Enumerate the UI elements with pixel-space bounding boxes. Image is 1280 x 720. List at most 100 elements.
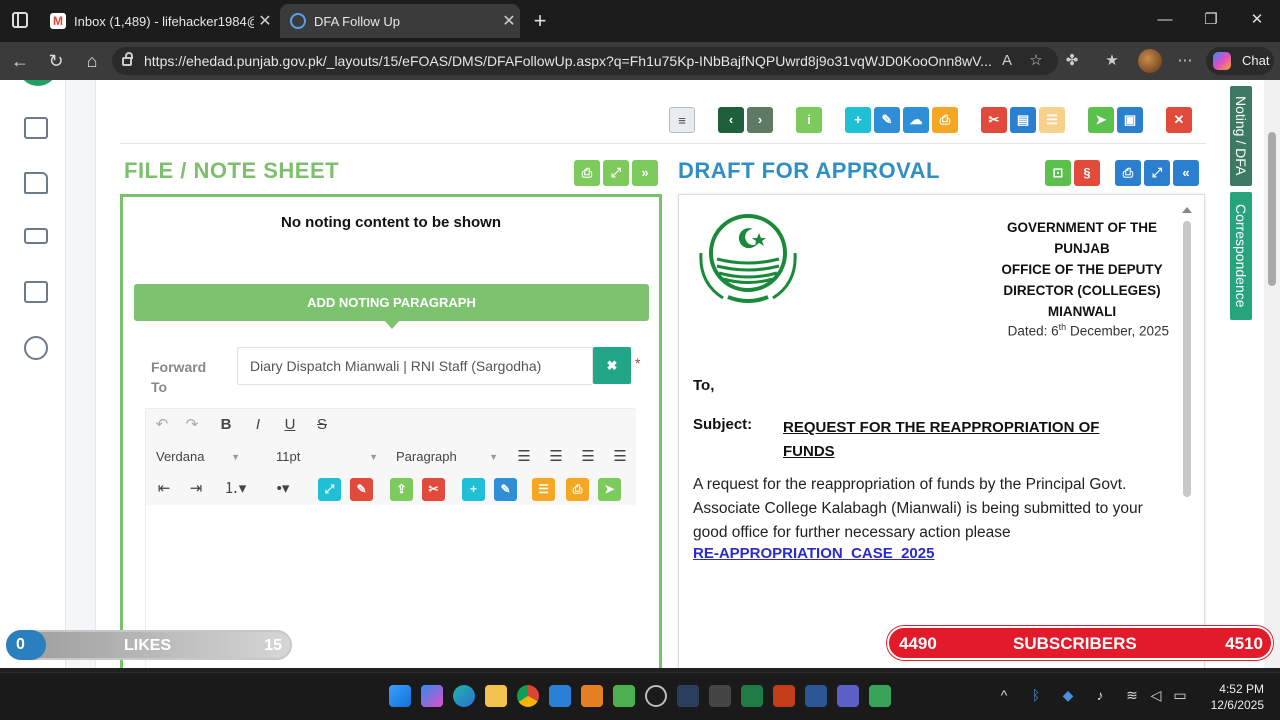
outdent-icon[interactable]: ⇤ xyxy=(154,477,174,501)
excel-icon[interactable] xyxy=(741,685,763,707)
upload-icon[interactable]: ⇪ xyxy=(390,478,413,501)
microphone-icon[interactable]: ♪ xyxy=(1090,687,1110,703)
tab-actions-icon[interactable] xyxy=(12,12,28,28)
scroll-up-icon[interactable] xyxy=(1182,207,1192,213)
format-painter-icon[interactable]: ✎ xyxy=(350,478,373,501)
read-aloud-icon[interactable]: A xyxy=(996,50,1018,72)
unlock-icon[interactable]: ⊡ xyxy=(1045,160,1071,186)
favorites-icon[interactable]: ★ xyxy=(1101,50,1123,72)
more-menu-icon[interactable]: ⋯ xyxy=(1174,50,1196,72)
clear-forward-button[interactable]: ✖ xyxy=(593,347,631,384)
redo-icon[interactable]: ↷ xyxy=(182,413,202,437)
draft-scrollbar[interactable] xyxy=(1183,221,1191,497)
edge-icon[interactable] xyxy=(453,685,475,707)
tab-noting-dfa[interactable]: Noting / DFA xyxy=(1230,86,1252,186)
case-document-link[interactable]: RE-APPROPRIATION_CASE_2025 xyxy=(693,545,934,562)
sublime-icon[interactable] xyxy=(581,685,603,707)
close-icon[interactable]: ✕ xyxy=(1166,107,1192,133)
print-icon[interactable]: ⎙ xyxy=(574,160,600,186)
tab-dfa-follow-up[interactable]: DFA Follow Up ✕ xyxy=(280,4,520,38)
scrollbar-thumb[interactable] xyxy=(1268,132,1276,286)
print-icon[interactable]: ⎙ xyxy=(1115,160,1141,186)
font-size-select[interactable]: 11pt ▼ xyxy=(276,445,378,469)
settings-icon[interactable] xyxy=(645,685,667,707)
url-input[interactable]: https://ehedad.punjab.gov.pk/_layouts/15… xyxy=(112,47,1058,75)
next-icon[interactable]: › xyxy=(747,107,773,133)
list-icon[interactable]: ☰ xyxy=(1039,107,1065,133)
vscode-icon[interactable] xyxy=(549,685,571,707)
fullscreen-icon[interactable]: ⤢ xyxy=(318,478,341,501)
add-icon[interactable]: + xyxy=(845,107,871,133)
new-tab-icon[interactable]: + xyxy=(528,8,552,34)
app-logo[interactable] xyxy=(18,80,58,86)
system-clock[interactable]: 4:52 PM 12/6/2025 xyxy=(1198,681,1264,713)
info-icon[interactable]: i xyxy=(796,107,822,133)
app-icon[interactable] xyxy=(869,685,891,707)
indent-icon[interactable]: ⇥ xyxy=(186,477,206,501)
document-search-icon[interactable] xyxy=(24,172,48,194)
collapse-right-icon[interactable]: » xyxy=(632,160,658,186)
align-left-icon[interactable]: ☰ xyxy=(514,445,534,469)
chrome-icon[interactable] xyxy=(517,685,539,707)
volume-icon[interactable]: ◁ xyxy=(1146,687,1166,704)
previous-icon[interactable]: ‹ xyxy=(718,107,744,133)
home-icon[interactable]: ⌂ xyxy=(80,50,104,72)
underline-icon[interactable]: U xyxy=(280,413,300,437)
close-tab-icon[interactable]: ✕ xyxy=(254,11,276,31)
bluetooth-icon[interactable]: ᛒ xyxy=(1026,687,1046,703)
battery-icon[interactable]: ▭ xyxy=(1170,687,1190,704)
forward-to-select[interactable]: Diary Dispatch Mianwali | RNI Staff (Sar… xyxy=(237,347,593,385)
align-center-icon[interactable]: ☰ xyxy=(546,445,566,469)
minimize-icon[interactable]: — xyxy=(1142,0,1188,40)
attachment-icon[interactable]: ✂ xyxy=(981,107,1007,133)
restore-icon[interactable]: ❐ xyxy=(1188,0,1234,40)
edit-icon[interactable]: ✎ xyxy=(494,478,517,501)
unlink-icon[interactable]: § xyxy=(1074,160,1100,186)
wifi-icon[interactable]: ≋ xyxy=(1122,687,1142,704)
files-icon[interactable] xyxy=(24,228,48,244)
word-icon[interactable] xyxy=(805,685,827,707)
edit-icon[interactable]: ✎ xyxy=(874,107,900,133)
menu-icon[interactable]: ≡ xyxy=(669,107,695,133)
security-icon[interactable]: ◆ xyxy=(1058,687,1078,704)
close-window-icon[interactable]: ✕ xyxy=(1234,0,1280,40)
dashboard-icon[interactable] xyxy=(24,117,48,139)
refresh-icon[interactable]: ↻ xyxy=(44,50,68,72)
print-icon[interactable]: ⎙ xyxy=(566,478,589,501)
teams-icon[interactable] xyxy=(837,685,859,707)
justify-icon[interactable]: ☰ xyxy=(610,445,630,469)
italic-icon[interactable]: I xyxy=(248,413,268,437)
back-icon[interactable]: ← xyxy=(8,50,32,72)
lock-icon[interactable] xyxy=(122,52,133,66)
profile-avatar[interactable] xyxy=(1138,49,1162,73)
favorite-star-icon[interactable]: ☆ xyxy=(1025,50,1047,72)
powerpoint-icon[interactable] xyxy=(773,685,795,707)
numbered-list-icon[interactable]: ⒈▾ xyxy=(220,477,250,501)
bullet-list-icon[interactable]: •▾ xyxy=(268,477,298,501)
close-tab-icon[interactable]: ✕ xyxy=(498,11,520,31)
expand-icon[interactable]: ⤢ xyxy=(603,160,629,186)
list-icon[interactable]: ☰ xyxy=(532,478,555,501)
notepad-icon[interactable] xyxy=(613,685,635,707)
expand-icon[interactable]: ⤢ xyxy=(1144,160,1170,186)
collapse-left-icon[interactable]: « xyxy=(1173,160,1199,186)
send-icon[interactable]: ➤ xyxy=(598,478,621,501)
workflow-icon[interactable] xyxy=(24,281,48,303)
comments-icon[interactable]: ☁ xyxy=(903,107,929,133)
print-icon[interactable]: ⎙ xyxy=(932,107,958,133)
font-family-select[interactable]: Verdana ▼ xyxy=(156,445,240,469)
extensions-icon[interactable]: ✤ xyxy=(1061,50,1083,72)
strikethrough-icon[interactable]: S xyxy=(312,413,332,437)
copilot-app-icon[interactable] xyxy=(421,685,443,707)
insert-icon[interactable]: + xyxy=(462,478,485,501)
document-icon[interactable]: ▤ xyxy=(1010,107,1036,133)
file-explorer-icon[interactable] xyxy=(485,685,507,707)
terminal-icon[interactable] xyxy=(677,685,699,707)
tray-expand-icon[interactable]: ^ xyxy=(994,687,1014,703)
align-right-icon[interactable]: ☰ xyxy=(578,445,598,469)
undo-icon[interactable]: ↶ xyxy=(152,413,172,437)
start-icon[interactable] xyxy=(389,685,411,707)
power-icon[interactable] xyxy=(24,336,48,360)
tab-correspondence[interactable]: Correspondence xyxy=(1230,192,1252,320)
save-icon[interactable]: ▣ xyxy=(1117,107,1143,133)
